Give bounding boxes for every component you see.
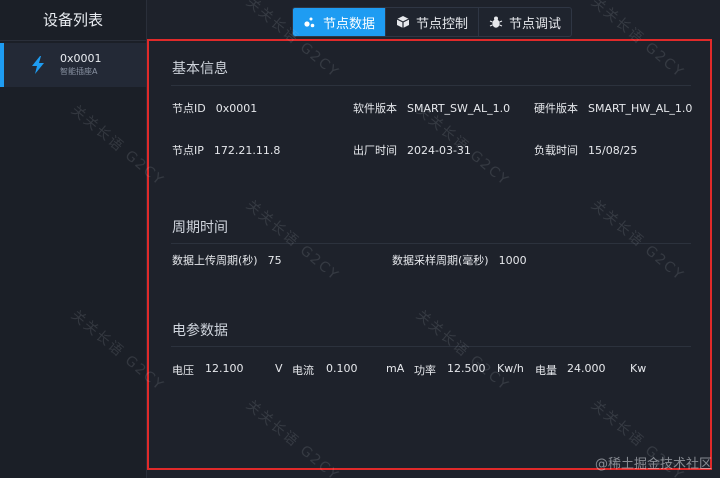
software-version-field: 软件版本 SMART_SW_AL_1.0 — [353, 100, 510, 116]
tab-node-debug-label: 节点调试 — [509, 16, 562, 32]
node-ip-field: 节点IP 172.21.11.8 — [172, 142, 280, 158]
device-type: 智能插座A — [60, 67, 98, 76]
energy-value: 24.000 — [567, 362, 606, 375]
load-time-value: 15/08/25 — [588, 144, 638, 157]
power-value: 12.500 — [447, 362, 486, 375]
bug-icon — [489, 15, 503, 29]
device-id: 0x0001 — [60, 52, 102, 65]
hardware-version-field: 硬件版本 SMART_HW_AL_1.0 — [534, 100, 692, 116]
data-dots-icon — [303, 15, 317, 29]
active-indicator — [0, 43, 4, 87]
node-id-label: 节点ID — [172, 102, 206, 115]
sample-period-field: 数据采样周期(毫秒) 1000 — [392, 252, 527, 268]
site-credit: @稀土掘金技术社区 — [594, 457, 712, 472]
app-window: 设备列表 0x0001 智能插座A 节点数据 节点控制 节点调试 基本信息 节点… — [0, 0, 720, 478]
upload-period-value: 75 — [267, 254, 282, 267]
lightning-icon — [28, 55, 48, 75]
voltage-value: 12.100 — [205, 362, 244, 375]
device-sidebar: 设备列表 0x0001 智能插座A — [0, 0, 147, 478]
load-time-field: 负载时间 15/08/25 — [534, 142, 637, 158]
manufacture-time-field: 出厂时间 2024-03-31 — [353, 142, 471, 158]
voltage-unit: V — [275, 362, 283, 375]
hardware-version-value: SMART_HW_AL_1.0 — [588, 102, 693, 115]
device-list-item[interactable]: 0x0001 智能插座A — [0, 43, 146, 87]
electric-title: 电参数据 — [172, 323, 228, 339]
tab-node-control[interactable]: 节点控制 — [386, 8, 480, 36]
section-divider — [171, 346, 691, 347]
sample-period-value: 1000 — [498, 254, 527, 267]
hardware-version-label: 硬件版本 — [534, 102, 578, 115]
upload-period-field: 数据上传周期(秒) 75 — [172, 252, 282, 268]
energy-unit: Kw — [630, 362, 647, 375]
load-time-label: 负载时间 — [534, 144, 578, 157]
manufacture-time-value: 2024-03-31 — [407, 144, 471, 157]
cube-icon — [396, 15, 410, 29]
software-version-label: 软件版本 — [353, 102, 397, 115]
basic-info-title: 基本信息 — [172, 61, 228, 77]
period-title: 周期时间 — [172, 220, 228, 236]
tab-node-data-label: 节点数据 — [323, 16, 376, 32]
voltage-label: 电压 — [172, 364, 194, 377]
manufacture-time-label: 出厂时间 — [353, 144, 397, 157]
node-id-field: 节点ID 0x0001 — [172, 100, 257, 116]
tab-node-data[interactable]: 节点数据 — [293, 8, 387, 36]
tab-bar: 节点数据 节点控制 节点调试 — [292, 7, 573, 37]
current-unit: mA — [386, 362, 405, 375]
sample-period-label: 数据采样周期(毫秒) — [392, 254, 489, 267]
node-ip-label: 节点IP — [172, 144, 204, 157]
node-id-value: 0x0001 — [215, 102, 258, 115]
section-divider — [171, 243, 691, 244]
current-label: 电流 — [292, 364, 314, 377]
sidebar-title: 设备列表 — [0, 0, 146, 41]
power-label: 功率 — [414, 364, 436, 377]
node-data-panel: 基本信息 节点ID 0x0001 软件版本 SMART_SW_AL_1.0 硬件版本… — [147, 39, 712, 470]
node-ip-value: 172.21.11.8 — [213, 144, 281, 157]
software-version-value: SMART_SW_AL_1.0 — [407, 102, 511, 115]
power-unit: Kw/h — [497, 362, 524, 375]
current-value: 0.100 — [326, 362, 358, 375]
tab-node-debug[interactable]: 节点调试 — [479, 8, 571, 36]
tab-node-control-label: 节点控制 — [416, 16, 469, 32]
energy-label: 电量 — [535, 364, 557, 377]
upload-period-label: 数据上传周期(秒) — [172, 254, 258, 267]
section-divider — [171, 85, 691, 86]
